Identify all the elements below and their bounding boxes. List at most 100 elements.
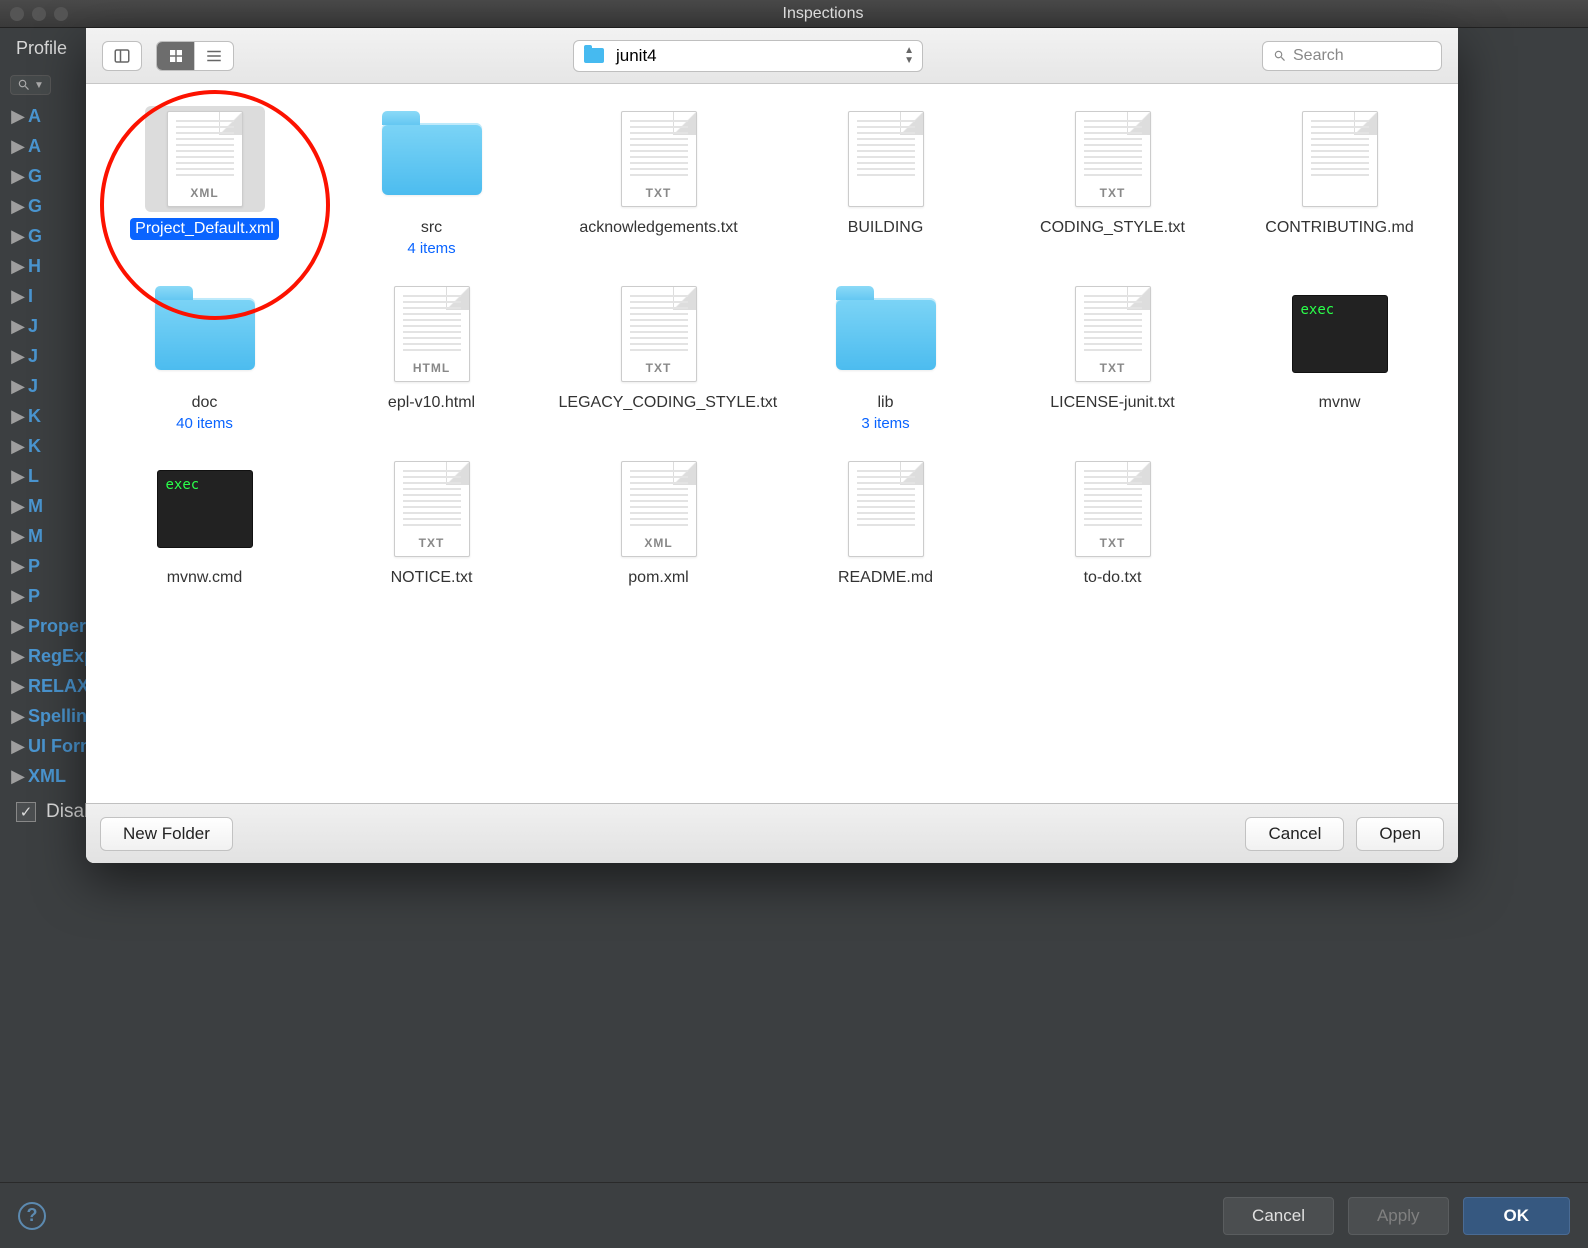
file-item[interactable]: XML pom.xml	[550, 452, 767, 598]
cancel-button[interactable]: Cancel	[1223, 1197, 1334, 1235]
disclosure-icon: ▶	[10, 586, 26, 607]
folder-icon	[584, 48, 604, 63]
list-view-button[interactable]	[195, 42, 233, 70]
file-item[interactable]: BUILDING	[777, 102, 994, 267]
file-item[interactable]: TXT CODING_STYLE.txt	[1004, 102, 1221, 267]
file-name: LEGACY_CODING_STYLE.txt	[559, 393, 759, 413]
icon-view-button[interactable]	[157, 42, 195, 70]
disclosure-icon: ▶	[10, 376, 26, 397]
file-item[interactable]: TXT to-do.txt	[1004, 452, 1221, 598]
file-icon: HTML	[372, 281, 492, 387]
sheet-bottom-bar: New Folder Cancel Open	[86, 803, 1458, 863]
tree-label: K	[28, 406, 41, 427]
path-label: junit4	[616, 46, 657, 66]
disclosure-icon: ▶	[10, 196, 26, 217]
file-name: BUILDING	[848, 218, 924, 238]
disclosure-icon: ▶	[10, 526, 26, 547]
file-icon: XML	[145, 106, 265, 212]
file-open-sheet: junit4 ▲▼ Search XML Project_Default.xml s…	[86, 28, 1458, 863]
file-name: to-do.txt	[1084, 568, 1142, 588]
file-name: LICENSE-junit.txt	[1050, 393, 1174, 413]
file-icon: TXT	[1053, 106, 1173, 212]
file-item[interactable]: TXTacknowledgements.txt	[550, 102, 767, 267]
tree-label: H	[28, 256, 41, 277]
file-grid[interactable]: XMLProject_Default.xmlsrc4 itemsTXTackno…	[86, 84, 1458, 803]
file-name: acknowledgements.txt	[579, 218, 737, 238]
disclosure-icon: ▶	[10, 676, 26, 697]
finder-cancel-button[interactable]: Cancel	[1245, 817, 1344, 851]
file-icon: exec	[1280, 281, 1400, 387]
file-item[interactable]: src 4 items	[323, 102, 540, 267]
file-item[interactable]: README.md	[777, 452, 994, 598]
file-icon	[826, 106, 946, 212]
file-name: epl-v10.html	[388, 393, 475, 413]
grid-icon	[167, 47, 185, 65]
tree-label: XML	[28, 766, 66, 787]
file-icon	[826, 456, 946, 562]
tree-search-field[interactable]: ▼	[10, 75, 51, 95]
tree-label: I	[28, 286, 33, 307]
file-icon	[1280, 106, 1400, 212]
file-name: mvnw.cmd	[167, 568, 243, 588]
file-icon: TXT	[1053, 456, 1173, 562]
file-icon	[826, 281, 946, 387]
tree-label: RegExp	[28, 646, 95, 667]
file-icon	[145, 281, 265, 387]
file-icon: exec	[145, 456, 265, 562]
file-name: NOTICE.txt	[391, 568, 473, 588]
apply-button[interactable]: Apply	[1348, 1197, 1449, 1235]
file-item[interactable]: exec mvnw.cmd	[96, 452, 313, 598]
disclosure-icon: ▶	[10, 256, 26, 277]
tree-label: G	[28, 166, 42, 187]
file-icon: TXT	[372, 456, 492, 562]
finder-open-button[interactable]: Open	[1356, 817, 1444, 851]
disclosure-icon: ▶	[10, 766, 26, 787]
disclosure-icon: ▶	[10, 106, 26, 127]
help-button[interactable]: ?	[18, 1202, 46, 1230]
new-folder-button[interactable]: New Folder	[100, 817, 233, 851]
file-item[interactable]: lib3 items	[777, 277, 994, 442]
tree-label: P	[28, 556, 40, 577]
finder-search-field[interactable]: Search	[1262, 41, 1442, 71]
file-name: lib	[877, 393, 893, 413]
file-item[interactable]: CONTRIBUTING.md	[1231, 102, 1448, 267]
file-name: README.md	[838, 568, 933, 588]
tree-label: J	[28, 346, 38, 367]
tree-label: K	[28, 436, 41, 457]
sheet-toolbar: junit4 ▲▼ Search	[86, 28, 1458, 84]
disclosure-icon: ▶	[10, 406, 26, 427]
sidebar-toggle-button[interactable]	[103, 42, 141, 70]
file-item[interactable]: doc40 items	[96, 277, 313, 442]
disable-new-inspections-checkbox[interactable]: ✓	[16, 802, 36, 822]
tree-label: A	[28, 136, 41, 157]
ok-button[interactable]: OK	[1463, 1197, 1571, 1235]
sidebar-icon	[113, 47, 131, 65]
file-name: CODING_STYLE.txt	[1040, 218, 1185, 238]
disclosure-icon: ▶	[10, 286, 26, 307]
file-subtitle: 4 items	[407, 240, 455, 257]
file-item[interactable]: exec mvnw	[1231, 277, 1448, 442]
tree-label: M	[28, 496, 43, 517]
file-icon: XML	[599, 456, 719, 562]
file-name: mvnw	[1319, 393, 1361, 413]
file-item[interactable]: TXT NOTICE.txt	[323, 452, 540, 598]
minimize-window-button[interactable]	[32, 7, 46, 21]
tree-label: A	[28, 106, 41, 127]
close-window-button[interactable]	[10, 7, 24, 21]
file-name: pom.xml	[628, 568, 688, 588]
titlebar: Inspections	[0, 0, 1588, 28]
file-item[interactable]: TXTLICENSE-junit.txt	[1004, 277, 1221, 442]
file-name: src	[421, 218, 442, 238]
zoom-window-button[interactable]	[54, 7, 68, 21]
disclosure-icon: ▶	[10, 556, 26, 577]
file-item[interactable]: XML Project_Default.xml	[96, 102, 313, 267]
file-item[interactable]: TXTLEGACY_CODING_STYLE.txt	[550, 277, 767, 442]
path-dropdown[interactable]: junit4 ▲▼	[573, 40, 923, 72]
disclosure-icon: ▶	[10, 316, 26, 337]
file-item[interactable]: HTML epl-v10.html	[323, 277, 540, 442]
file-name: Project_Default.xml	[130, 218, 279, 240]
list-icon	[205, 47, 223, 65]
tree-label: L	[28, 466, 39, 487]
file-name: doc	[192, 393, 218, 413]
disclosure-icon: ▶	[10, 496, 26, 517]
